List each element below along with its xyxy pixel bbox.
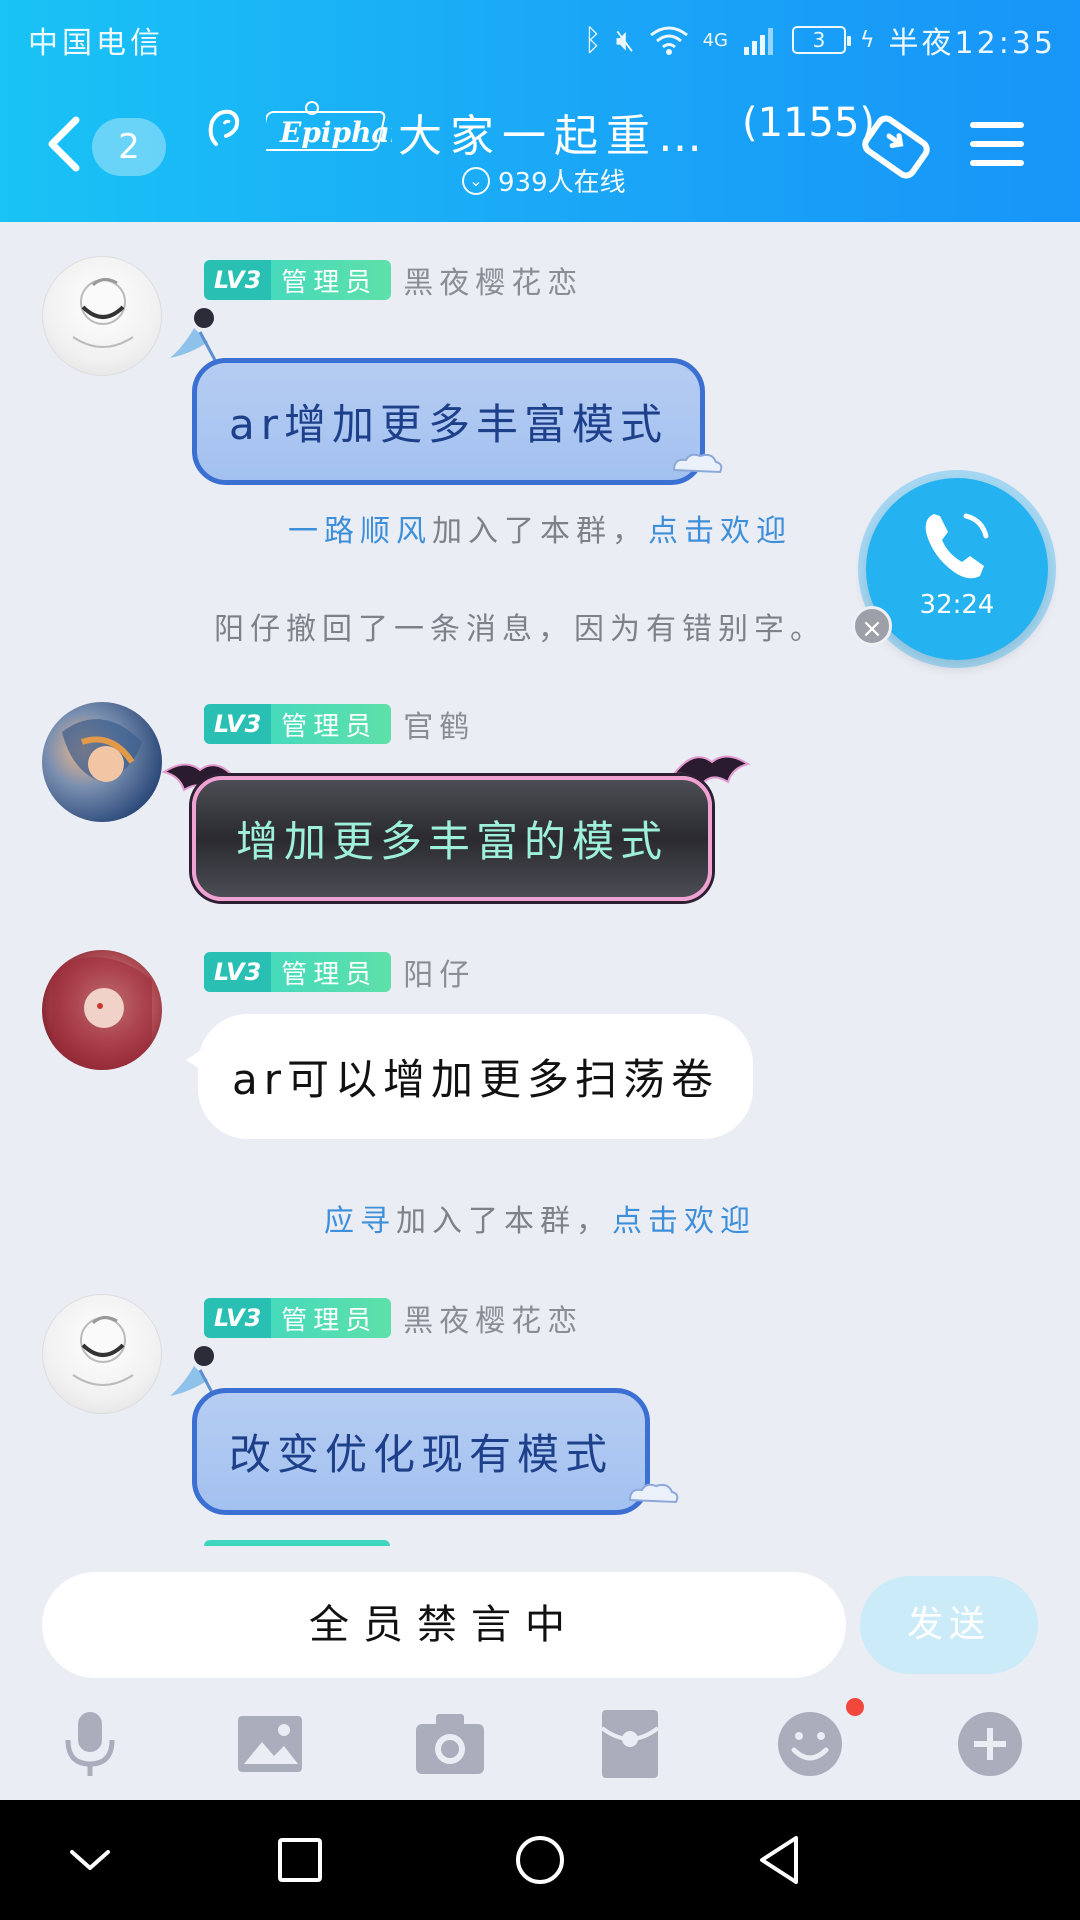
menu-line	[970, 141, 1024, 147]
carrier-label: 中国电信	[28, 26, 164, 61]
level-badge: LV3	[204, 260, 272, 300]
sender-name[interactable]: 黑夜樱花恋	[403, 1296, 583, 1340]
signal-icon	[744, 28, 774, 55]
message-bubble[interactable]: 改变优化现有模式	[192, 1388, 651, 1515]
mute-icon: 🔇︎	[615, 22, 635, 58]
chevron-down-icon[interactable]	[58, 1828, 122, 1892]
status-icons: ᛒ 🔇︎ 4G 3 ϟ 半夜12:35	[584, 18, 1056, 62]
wifi-icon	[649, 26, 688, 55]
phone-icon	[925, 513, 989, 579]
bluetooth-icon: ᛒ	[583, 22, 602, 58]
avatar[interactable]	[42, 1294, 162, 1414]
menu-line	[970, 160, 1024, 166]
message-input-muted[interactable]: 全员禁言中	[42, 1572, 846, 1678]
message-meta: LV3 管理员 官鹤	[204, 702, 475, 746]
logo-text: Epiphany	[279, 116, 392, 149]
new-emoji-dot	[846, 1698, 864, 1716]
menu-button[interactable]	[970, 122, 1024, 172]
cloud-decoration-icon	[628, 1483, 679, 1504]
battery-indicator: 3	[792, 26, 852, 54]
member-count: (1155)	[742, 100, 876, 146]
back-arrow-icon[interactable]	[42, 114, 92, 174]
nav-bar: 2 Epiphany 大家一起重… (1155) ⌄ 939人在线	[0, 100, 1080, 210]
avatar[interactable]	[42, 702, 162, 822]
avatar[interactable]	[42, 256, 162, 376]
admin-tag: LV3 管理员	[204, 260, 392, 300]
admin-tag: LV3 管理员	[204, 704, 392, 744]
level-badge: LV3	[204, 704, 272, 744]
image-icon[interactable]	[232, 1706, 308, 1782]
input-bar: 全员禁言中 发送	[0, 1546, 1080, 1680]
close-call-float-button[interactable]: ×	[852, 606, 892, 646]
camera-icon[interactable]	[412, 1706, 488, 1782]
level-badge: LV3	[204, 952, 272, 992]
sender-name[interactable]: 阳仔	[403, 950, 475, 994]
online-count: 939人在线	[498, 168, 626, 198]
chevron-down-icon: ⌄	[462, 166, 490, 195]
welcome-link[interactable]: 点击欢迎	[648, 514, 792, 549]
admin-tag: LV3 管理员	[204, 1298, 392, 1338]
home-icon[interactable]	[508, 1828, 572, 1892]
status-bar: 中国电信 ᛒ 🔇︎ 4G 3 ϟ 半夜12:35	[0, 0, 1080, 76]
avatar[interactable]	[42, 950, 162, 1070]
unread-badge[interactable]: 2	[92, 118, 166, 176]
message-bubble[interactable]: ar可以增加更多扫荡卷	[185, 1014, 754, 1139]
recall-notice: 阳仔撤回了一条消息，因为有错别字。	[214, 612, 826, 647]
sender-name[interactable]: 官鹤	[403, 702, 475, 746]
message-bubble[interactable]: 增加更多丰富的模式	[192, 776, 713, 901]
role-label: 管理员	[281, 959, 378, 990]
microphone-icon[interactable]	[52, 1706, 128, 1782]
back-triangle-icon[interactable]	[748, 1828, 812, 1892]
message-meta: LV3 管理员 阳仔	[204, 950, 475, 994]
recent-apps-icon[interactable]	[268, 1828, 332, 1892]
send-button[interactable]: 发送	[860, 1576, 1038, 1674]
red-packet-icon[interactable]	[592, 1706, 668, 1782]
role-label: 管理员	[281, 267, 378, 298]
join-notice: 应寻加入了本群，点击欢迎	[0, 1196, 1080, 1240]
charging-icon: ϟ	[860, 27, 875, 53]
sender-name[interactable]: 黑夜樱花恋	[403, 258, 583, 302]
level-badge: LV3	[204, 1298, 272, 1338]
join-member-name[interactable]: 应寻	[324, 1204, 396, 1239]
share-ticket-icon[interactable]	[858, 112, 934, 182]
role-label: 管理员	[281, 1305, 378, 1336]
voice-call-button[interactable]: 32:24	[866, 478, 1048, 660]
menu-line	[970, 122, 1024, 128]
emoji-icon[interactable]	[772, 1706, 848, 1782]
input-toolbar	[0, 1682, 1080, 1800]
join-member-name[interactable]: 一路顺风	[288, 514, 432, 549]
chat-area[interactable]: LV3 管理员 黑夜樱花恋 ar增加更多丰富模式 一路顺风加入了本群，点击欢迎 …	[0, 222, 1080, 1546]
network-type: 4G	[702, 29, 729, 51]
message-meta: LV3 管理员 黑夜樱花恋	[204, 1296, 583, 1340]
join-suffix: 加入了本群，	[396, 1204, 612, 1239]
call-duration: 32:24	[919, 590, 995, 620]
welcome-link[interactable]: 点击欢迎	[612, 1204, 756, 1239]
system-nav-bar	[0, 1800, 1080, 1920]
message-bubble[interactable]: ar增加更多丰富模式	[192, 358, 706, 485]
cloud-decoration-icon	[672, 453, 723, 474]
earpiece-icon	[208, 109, 240, 146]
join-suffix: 加入了本群，	[432, 514, 648, 549]
role-label: 管理员	[281, 711, 378, 742]
header: 中国电信 ᛒ 🔇︎ 4G 3 ϟ 半夜12:35 2 Epipha 大家一起重……	[0, 0, 1080, 222]
group-name[interactable]: 大家一起重…	[398, 100, 710, 164]
plus-icon[interactable]	[952, 1706, 1028, 1782]
group-logo: Epiphany	[259, 100, 428, 160]
clock: 半夜12:35	[888, 26, 1056, 61]
online-status[interactable]: ⌄ 939人在线	[462, 162, 626, 199]
message-meta: LV3 管理员 黑夜樱花恋	[204, 258, 583, 302]
admin-tag: LV3 管理员	[204, 952, 392, 992]
